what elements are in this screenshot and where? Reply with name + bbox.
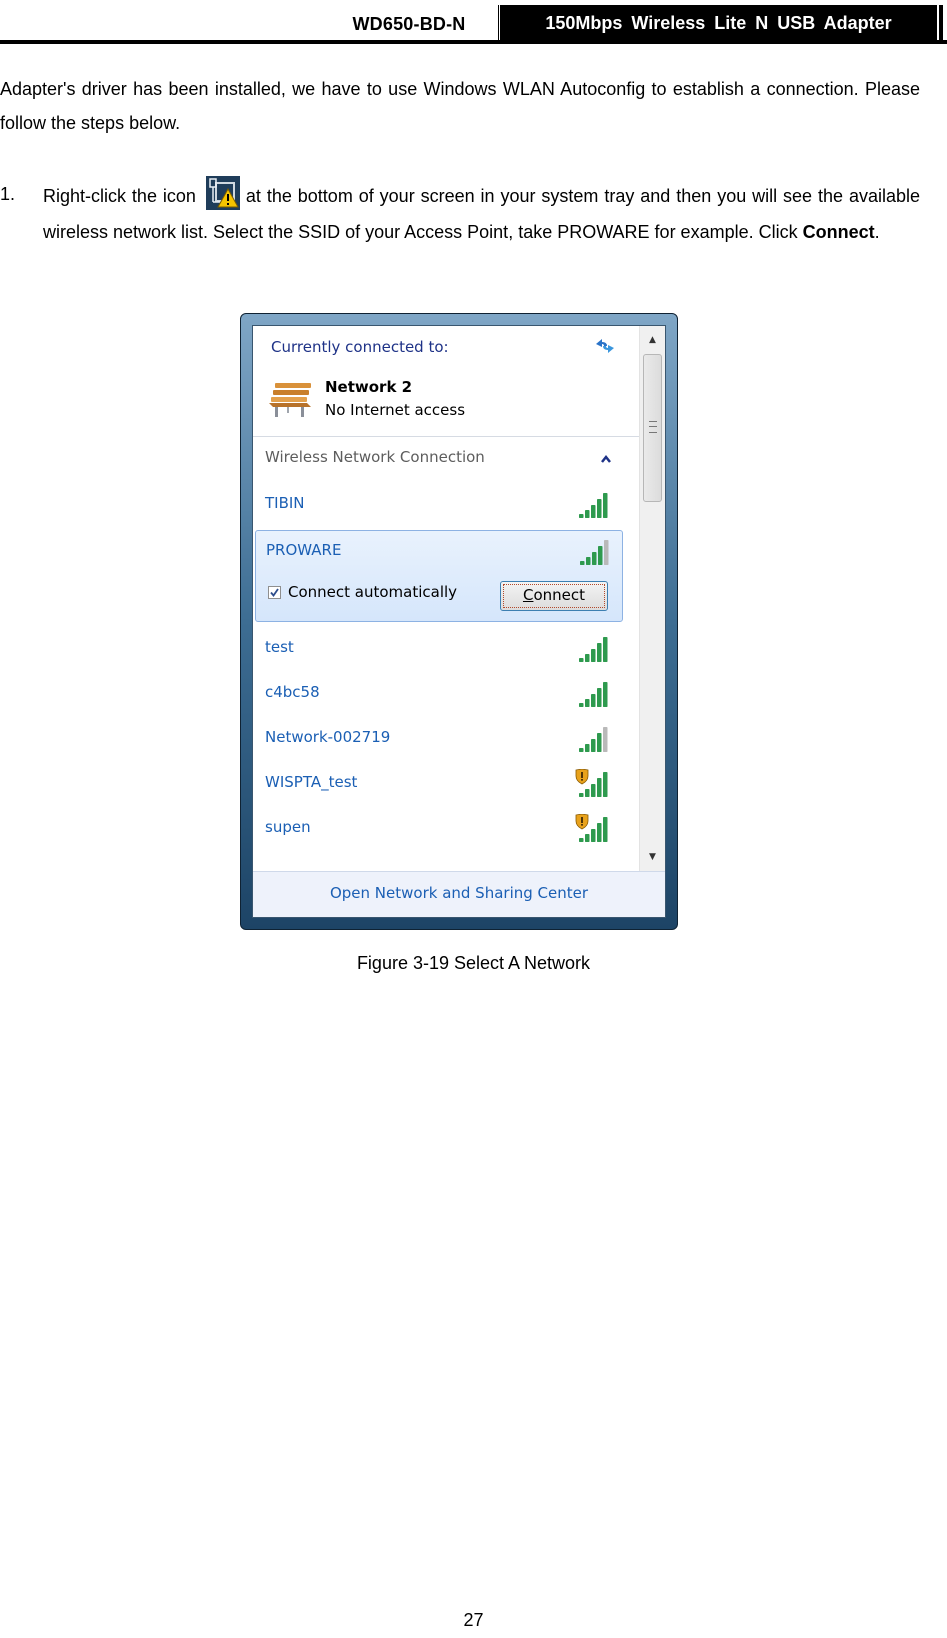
scroll-up-arrow-icon[interactable]: ▲ <box>640 330 665 350</box>
signal-strength-icon <box>580 540 609 565</box>
security-warning-shield-icon <box>575 814 589 830</box>
signal-bar <box>592 552 597 565</box>
signal-bar <box>591 694 596 707</box>
signal-bar <box>597 643 602 662</box>
signal-bar <box>604 540 609 565</box>
refresh-icon[interactable] <box>593 334 617 358</box>
network-popup: Currently connected to: Network 2 No Int… <box>240 313 678 930</box>
connect-automatically-checkbox[interactable] <box>268 586 281 599</box>
signal-bar <box>579 658 584 662</box>
scrollbar-thumb[interactable] <box>643 354 662 502</box>
signal-strength-shield-icon <box>575 769 608 797</box>
signal-bar <box>585 744 590 752</box>
network-bench-icon <box>269 383 311 417</box>
signal-bar <box>603 817 608 842</box>
signal-bar <box>579 514 584 518</box>
connect-button-label: onnect <box>533 586 586 604</box>
signal-bar <box>579 793 584 797</box>
network-item-selected[interactable]: PROWARE Connect automatically Connect <box>255 530 623 622</box>
scrollbar-grip-icon <box>649 421 657 433</box>
step-text-before-icon: Right-click the icon <box>43 186 196 206</box>
signal-bar <box>603 493 608 518</box>
network-item[interactable]: c4bc58 <box>253 671 639 717</box>
signal-bar <box>585 789 590 797</box>
signal-bar <box>579 838 584 842</box>
network-item[interactable]: Network-002719 <box>253 716 639 762</box>
signal-bar <box>579 748 584 752</box>
signal-bar <box>591 505 596 518</box>
collapse-chevron-up-icon[interactable] <box>600 454 612 464</box>
current-network-name: Network 2 <box>325 378 413 396</box>
open-network-sharing-center-link[interactable]: Open Network and Sharing Center <box>253 884 665 902</box>
signal-bar <box>585 834 590 842</box>
signal-bar <box>585 510 590 518</box>
signal-bar <box>591 829 596 842</box>
network-warning-tray-icon <box>205 176 240 210</box>
checkmark-icon <box>270 588 279 597</box>
signal-bar <box>597 733 602 752</box>
signal-bar <box>591 784 596 797</box>
page-header: WD650-BD-N 150Mbps Wireless Lite N USB A… <box>0 0 947 46</box>
signal-bar <box>580 561 585 565</box>
step-number: 1. <box>0 184 16 204</box>
signal-bar <box>598 546 603 565</box>
figure-caption: Figure 3-19 Select A Network <box>0 953 947 974</box>
signal-bar <box>603 682 608 707</box>
scrollbar[interactable]: ▲ ▼ <box>639 326 665 871</box>
signal-bar <box>597 823 602 842</box>
section-divider <box>253 436 639 437</box>
network-item[interactable]: test <box>253 626 639 672</box>
step-text-bold: Connect <box>802 222 875 242</box>
section-label: Wireless Network Connection <box>265 448 485 466</box>
signal-bar <box>579 703 584 707</box>
signal-strength-icon <box>579 493 608 518</box>
connected-label: Currently connected to: <box>271 338 449 356</box>
network-item[interactable]: TIBIN <box>253 482 639 528</box>
network-ssid: TIBIN <box>265 494 305 512</box>
network-item[interactable]: WISPTA_test <box>253 761 639 807</box>
signal-strength-icon <box>579 637 608 662</box>
connect-automatically-label[interactable]: Connect automatically <box>288 583 457 601</box>
network-ssid: WISPTA_test <box>265 773 358 791</box>
signal-bar <box>586 557 591 565</box>
signal-bar <box>585 654 590 662</box>
network-ssid: PROWARE <box>266 541 342 559</box>
network-item[interactable]: supen <box>253 806 639 852</box>
signal-strength-shield-icon <box>575 814 608 842</box>
security-warning-shield-icon <box>575 769 589 785</box>
connect-button-accel: C <box>522 586 534 604</box>
signal-bar <box>597 688 602 707</box>
network-list-area: Currently connected to: Network 2 No Int… <box>253 326 639 871</box>
current-network-status: No Internet access <box>325 401 466 419</box>
intro-paragraph: Adapter's driver has been installed, we … <box>0 79 920 133</box>
figure-caption-text: Figure 3-19 Select A Network <box>356 953 591 973</box>
signal-bar <box>603 772 608 797</box>
signal-bar <box>591 739 596 752</box>
signal-bar <box>585 699 590 707</box>
scroll-down-arrow-icon[interactable]: ▼ <box>640 847 665 867</box>
signal-bar <box>603 637 608 662</box>
signal-strength-icon <box>579 682 608 707</box>
page-number: 27 <box>463 1610 484 1630</box>
network-ssid: Network-002719 <box>265 728 391 746</box>
signal-bar <box>591 649 596 662</box>
network-ssid: test <box>265 638 294 656</box>
network-popup-body: Currently connected to: Network 2 No Int… <box>252 325 666 918</box>
header-model: WD650-BD-N <box>352 14 466 34</box>
header-product: 150Mbps Wireless Lite N USB Adapter <box>500 5 937 41</box>
signal-bar <box>597 499 602 518</box>
connect-button[interactable]: Connect <box>500 581 608 611</box>
signal-bar <box>597 778 602 797</box>
network-ssid: c4bc58 <box>265 683 320 701</box>
step-text: Right-click the icon at the bottom of yo… <box>43 176 920 250</box>
signal-bar <box>603 727 608 752</box>
signal-strength-icon <box>579 727 608 752</box>
step-text-end: . <box>874 222 880 242</box>
network-ssid: supen <box>265 818 311 836</box>
popup-footer: Open Network and Sharing Center <box>253 871 665 917</box>
header-end-bar <box>939 5 943 41</box>
header-separator <box>498 5 499 41</box>
header-rule <box>0 40 947 44</box>
